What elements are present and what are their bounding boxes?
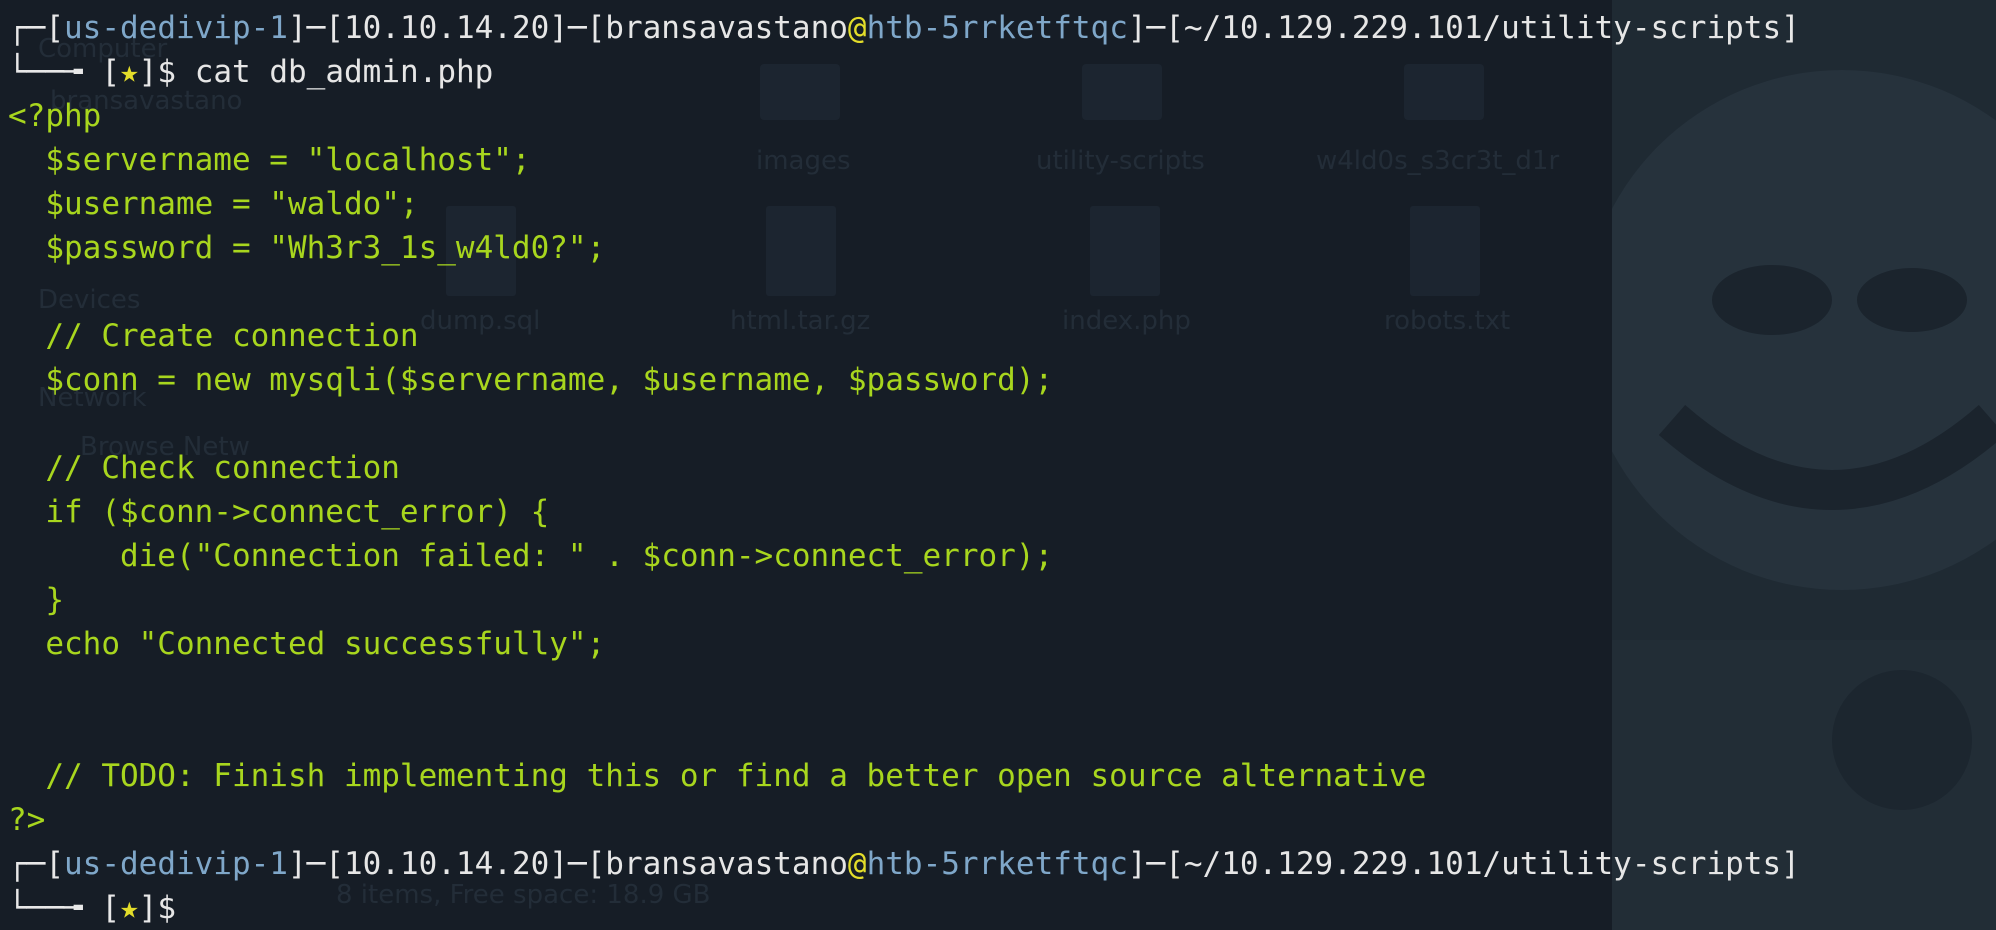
prompt-machine: htb-5rrketftqc	[866, 846, 1128, 882]
prompt-user: bransavastano	[605, 846, 848, 882]
output-line: // Check connection	[8, 450, 400, 486]
active-prompt-line[interactable]: └──╼ [★]$	[8, 886, 1996, 930]
star-icon: ★	[120, 54, 139, 90]
prompt-host-label: us-dedivip-1	[64, 846, 288, 882]
prompt-line: ┌─[us-dedivip-1]─[10.10.14.20]─[bransava…	[8, 846, 1800, 882]
output-line: $servername = "localhost";	[8, 142, 531, 178]
output-line: // Create connection	[8, 318, 419, 354]
output-line: // TODO: Finish implementing this or fin…	[8, 758, 1427, 794]
prompt-path: ~/10.129.229.101/utility-scripts	[1183, 846, 1782, 882]
command-line: └──╼ [★]$ cat db_admin.php	[8, 54, 494, 90]
output-line: }	[8, 582, 64, 618]
output-line: ?>	[8, 802, 46, 838]
prompt-user: bransavastano	[605, 10, 848, 46]
command-text: cat db_admin.php	[194, 54, 494, 90]
prompt-frame-bottom: └──╼	[8, 890, 83, 926]
output-line: $conn = new mysqli($servername, $usernam…	[8, 362, 1054, 398]
prompt-ip: 10.10.14.20	[343, 10, 550, 46]
output-line: if ($conn->connect_error) {	[8, 494, 550, 530]
output-line: $username = "waldo";	[8, 186, 419, 222]
output-line: echo "Connected successfully";	[8, 626, 606, 662]
prompt-line: ┌─[us-dedivip-1]─[10.10.14.20]─[bransava…	[8, 10, 1800, 46]
output-line: <?php	[8, 98, 102, 134]
prompt-frame-top: ┌─	[8, 10, 46, 46]
output-line: $password = "Wh3r3_1s_w4ld0?";	[8, 230, 606, 266]
prompt-machine: htb-5rrketftqc	[866, 10, 1128, 46]
prompt-frame-top: ┌─	[8, 846, 46, 882]
star-icon: ★	[120, 890, 139, 926]
prompt-host-label: us-dedivip-1	[64, 10, 288, 46]
prompt-ip: 10.10.14.20	[343, 846, 550, 882]
prompt-frame-bottom: └──╼	[8, 54, 83, 90]
prompt-path: ~/10.129.229.101/utility-scripts	[1183, 10, 1782, 46]
terminal-window[interactable]: ┌─[us-dedivip-1]─[10.10.14.20]─[bransava…	[0, 0, 1996, 930]
output-line: die("Connection failed: " . $conn->conne…	[8, 538, 1054, 574]
